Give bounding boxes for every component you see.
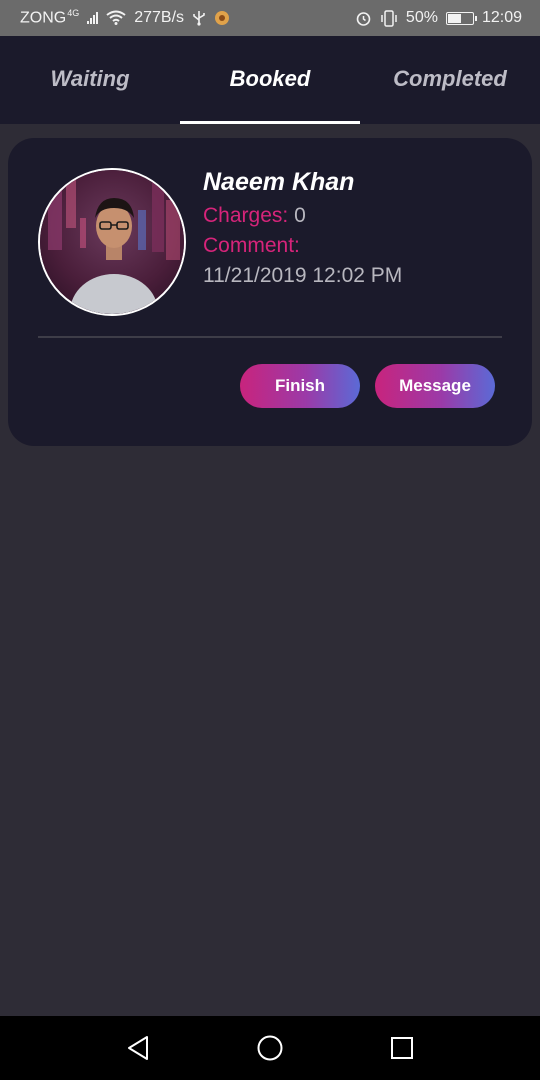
- network-type: 4G: [67, 8, 80, 19]
- provider-name: Naeem Khan: [203, 168, 355, 196]
- wifi-icon: [106, 10, 126, 26]
- booking-datetime: 11/21/2019 12:02 PM: [203, 264, 403, 287]
- tab-completed-label: Completed: [393, 66, 507, 91]
- signal-icon: [87, 11, 99, 25]
- back-triangle-icon: [128, 1036, 148, 1060]
- tab-bar: Waiting Booked Completed: [0, 36, 540, 124]
- status-right: 50% 12:09: [355, 9, 522, 27]
- tab-booked[interactable]: Booked: [180, 36, 360, 124]
- comment-row: Comment:: [203, 234, 300, 258]
- charges-row: Charges: 0: [203, 204, 306, 228]
- system-nav-bar: [0, 1016, 540, 1080]
- avatar[interactable]: [38, 168, 186, 316]
- comment-label: Comment:: [203, 234, 300, 257]
- tab-completed[interactable]: Completed: [360, 36, 540, 124]
- battery-icon: [445, 11, 477, 25]
- message-button[interactable]: Message: [375, 364, 495, 408]
- finish-button[interactable]: Finish: [240, 364, 360, 408]
- vibrate-icon: [381, 9, 397, 27]
- usb-icon: [193, 10, 205, 26]
- carrier-label: ZONG: [20, 9, 67, 27]
- app-notification-icon: [215, 10, 230, 25]
- status-left: ZONG4G 277B/s: [20, 8, 230, 27]
- avatar-photo: [40, 170, 184, 314]
- nav-home-button[interactable]: [248, 1026, 292, 1070]
- status-bar: ZONG4G 277B/s 50% 12:09: [0, 0, 540, 36]
- recents-square-icon: [391, 1037, 413, 1059]
- network-speed: 277B/s: [134, 8, 185, 26]
- nav-recents-button[interactable]: [380, 1026, 424, 1070]
- home-circle-icon: [257, 1035, 283, 1061]
- nav-back-button[interactable]: [116, 1026, 160, 1070]
- tab-waiting-label: Waiting: [50, 66, 130, 91]
- tab-waiting[interactable]: Waiting: [0, 36, 180, 124]
- booking-card: Naeem Khan Charges: 0 Comment: 11/21/201…: [8, 138, 532, 446]
- card-divider: [38, 336, 502, 338]
- alarm-icon: [356, 11, 371, 26]
- tab-booked-label: Booked: [229, 66, 311, 91]
- clock-time: 12:09: [481, 9, 522, 26]
- charges-value: 0: [294, 204, 306, 227]
- charges-label: Charges:: [203, 204, 289, 227]
- battery-percent: 50%: [405, 9, 438, 26]
- carrier-name: ZONG4G: [20, 8, 79, 27]
